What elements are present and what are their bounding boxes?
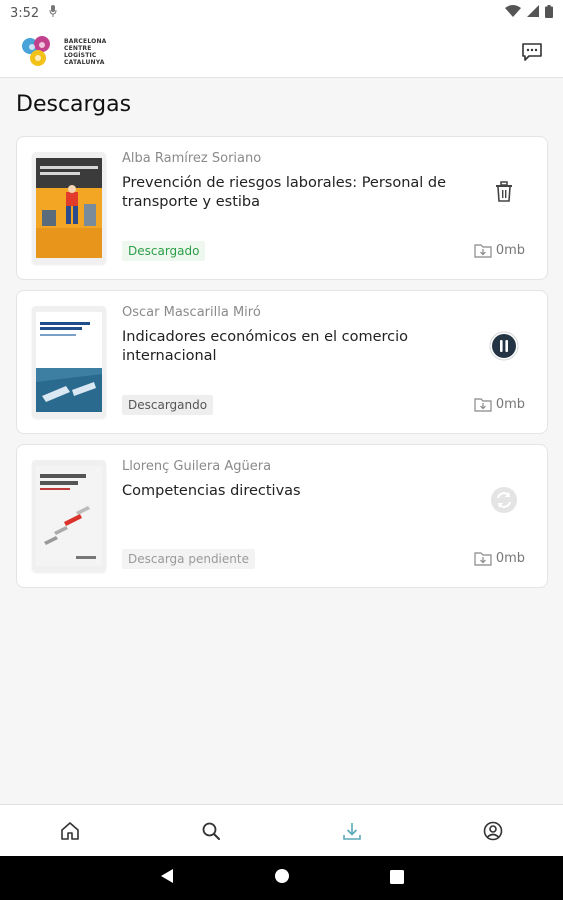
nav-home[interactable] bbox=[48, 809, 92, 853]
recents-button[interactable] bbox=[389, 869, 404, 888]
back-button[interactable] bbox=[160, 868, 174, 888]
back-icon bbox=[160, 869, 173, 883]
folder-download-icon bbox=[474, 552, 492, 566]
battery-icon bbox=[545, 4, 553, 22]
chat-icon bbox=[522, 42, 542, 61]
wifi-icon bbox=[505, 5, 521, 21]
download-card[interactable]: Oscar Mascarilla Miró Indicadores económ… bbox=[16, 290, 548, 434]
search-icon bbox=[202, 822, 221, 840]
profile-icon bbox=[483, 821, 502, 840]
book-title: Competencias directivas bbox=[122, 483, 301, 499]
home-circle-icon bbox=[274, 869, 289, 883]
mic-icon bbox=[49, 5, 57, 21]
book-title: Prevención de riesgos laborales: Persona… bbox=[122, 175, 447, 210]
nav-profile[interactable] bbox=[471, 809, 515, 853]
signal-icon bbox=[527, 5, 539, 21]
status-time: 3:52 bbox=[10, 5, 40, 21]
pause-icon bbox=[489, 331, 519, 361]
status-badge: Descarga pendiente bbox=[122, 549, 255, 569]
file-size-value: 0mb bbox=[495, 243, 525, 258]
status-badge: Descargado bbox=[122, 241, 206, 261]
file-size-value: 0mb bbox=[495, 551, 525, 566]
logo-mark bbox=[22, 35, 50, 66]
app-header: BARCELONA CENTRE LOGÍSTIC CATALUNYA bbox=[0, 26, 563, 78]
home-icon bbox=[61, 821, 80, 840]
delete-button[interactable] bbox=[489, 177, 519, 207]
status-bar: 3:52 bbox=[0, 0, 563, 26]
logo-line-3: LOGÍSTIC bbox=[64, 51, 97, 59]
brand-logo[interactable]: BARCELONA CENTRE LOGÍSTIC CATALUNYA bbox=[18, 32, 107, 72]
book-title: Indicadores económicos en el comercio in… bbox=[122, 329, 409, 364]
nav-downloads[interactable] bbox=[330, 809, 374, 853]
logo-line-2: CENTRE bbox=[64, 44, 92, 52]
recents-icon bbox=[389, 869, 404, 884]
pause-button[interactable] bbox=[489, 331, 519, 361]
book-cover bbox=[32, 460, 106, 572]
nav-search[interactable] bbox=[189, 809, 233, 853]
home-button[interactable] bbox=[274, 868, 290, 888]
trash-icon bbox=[496, 181, 512, 202]
book-cover bbox=[32, 152, 106, 264]
book-cover bbox=[32, 306, 106, 418]
logo-line-1: BARCELONA bbox=[64, 37, 107, 45]
sync-button[interactable] bbox=[489, 485, 519, 515]
bottom-nav bbox=[0, 804, 563, 856]
book-author: Llorenç Guilera Agüera bbox=[122, 459, 272, 474]
download-icon bbox=[343, 822, 361, 840]
book-author: Oscar Mascarilla Miró bbox=[122, 305, 261, 320]
folder-download-icon bbox=[474, 244, 492, 258]
page-title: Descargas bbox=[16, 92, 132, 117]
logo-text: BARCELONA CENTRE LOGÍSTIC CATALUNYA bbox=[64, 38, 107, 66]
logo-line-4: CATALUNYA bbox=[64, 58, 105, 66]
system-nav bbox=[0, 856, 563, 900]
status-badge: Descargando bbox=[122, 395, 214, 415]
folder-download-icon bbox=[474, 398, 492, 412]
download-card[interactable]: Alba Ramírez Soriano Prevención de riesg… bbox=[16, 136, 548, 280]
chat-button[interactable] bbox=[519, 39, 545, 65]
sync-icon bbox=[491, 487, 517, 513]
file-size: 0mb bbox=[474, 243, 525, 258]
download-card[interactable]: Llorenç Guilera Agüera Competencias dire… bbox=[16, 444, 548, 588]
file-size: 0mb bbox=[474, 397, 525, 412]
book-author: Alba Ramírez Soriano bbox=[122, 151, 262, 166]
file-size: 0mb bbox=[474, 551, 525, 566]
file-size-value: 0mb bbox=[495, 397, 525, 412]
